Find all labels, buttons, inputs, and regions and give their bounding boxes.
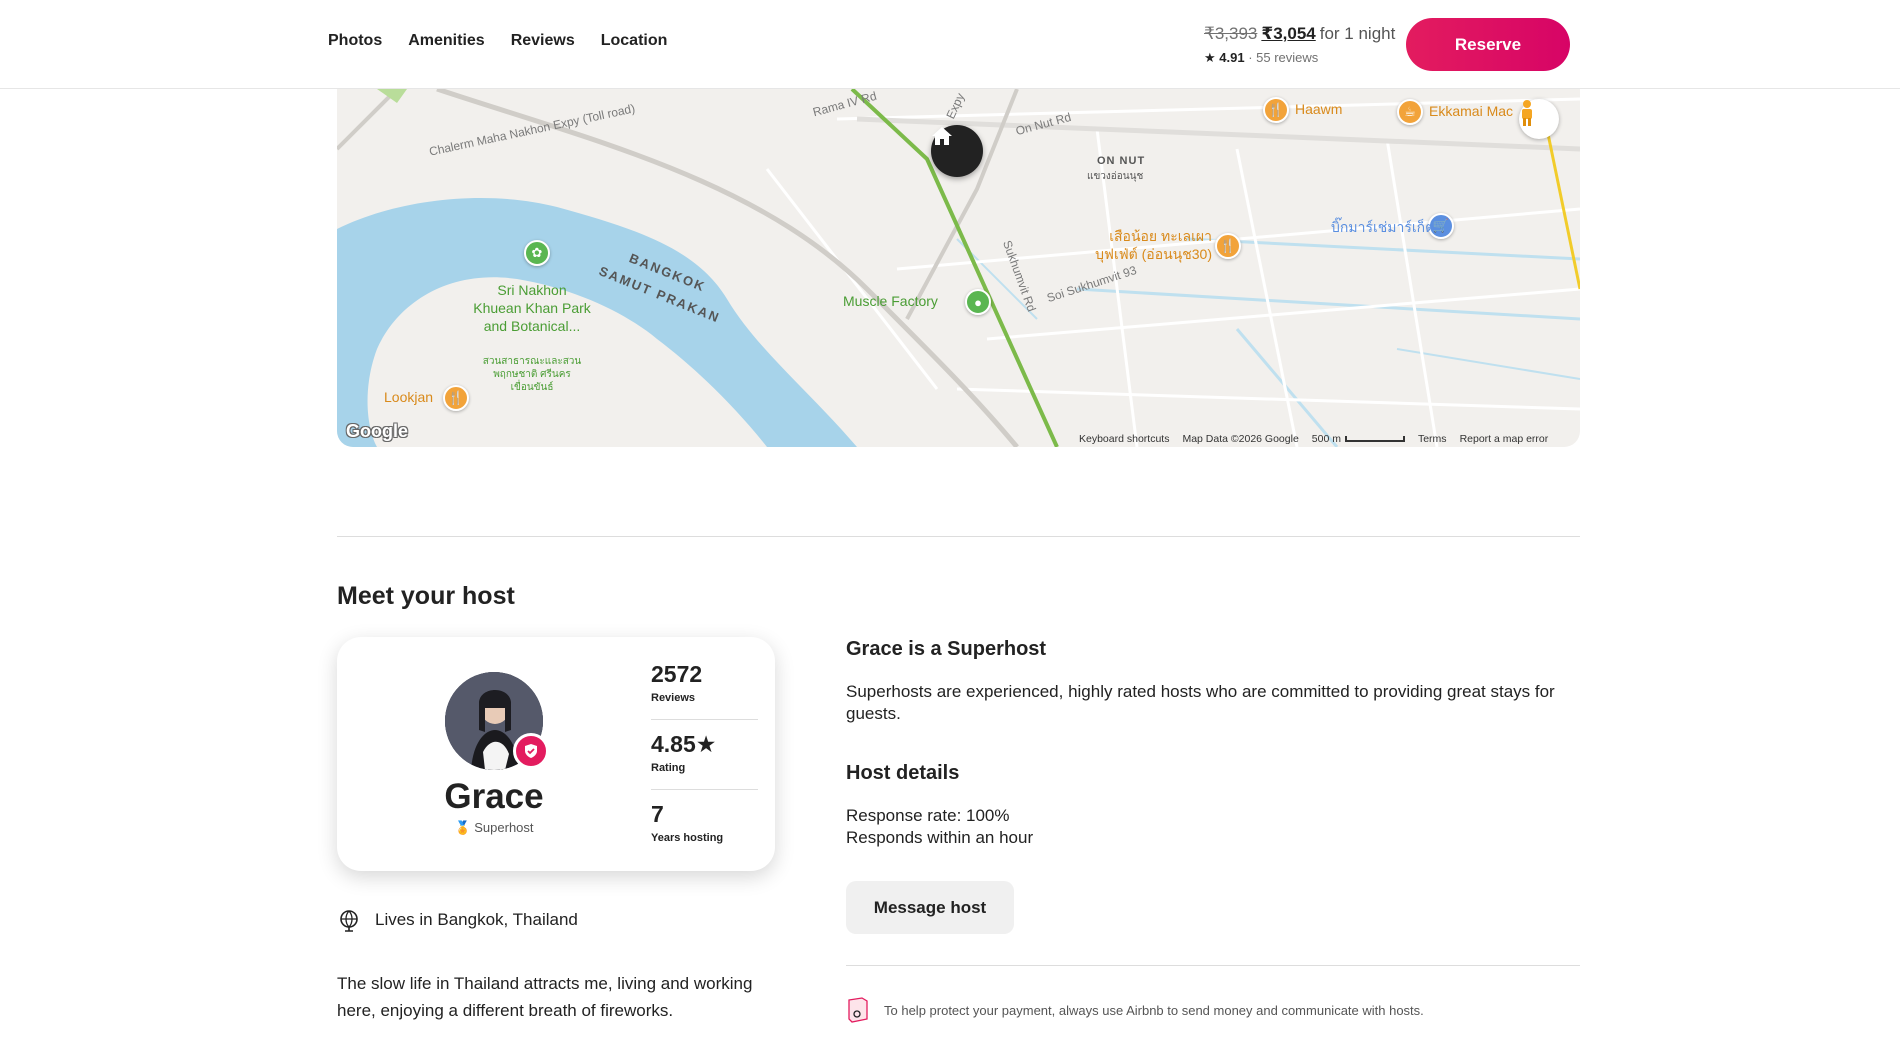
map-footer: Keyboard shortcuts Map Data ©2026 Google… xyxy=(1079,433,1548,445)
original-price: ₹3,393 xyxy=(1204,24,1258,43)
poi-label-lookjan: Lookjan xyxy=(384,389,434,405)
report-map-error-link[interactable]: Report a map error xyxy=(1460,433,1549,445)
superhost-description: Superhosts are experienced, highly rated… xyxy=(846,682,1555,723)
keyboard-shortcuts-link[interactable]: Keyboard shortcuts xyxy=(1079,433,1169,445)
pegman-icon xyxy=(1522,100,1532,126)
section-divider xyxy=(337,536,1580,537)
superhost-badge-icon xyxy=(513,733,549,769)
stat-divider xyxy=(651,719,758,720)
map-scale: 500 m xyxy=(1312,433,1405,445)
location-map[interactable]: Chalerm Maha Nakhon Expy (Toll road) Ram… xyxy=(337,89,1580,447)
reserve-button[interactable]: Reserve xyxy=(1406,18,1570,71)
globe-icon xyxy=(340,910,358,932)
stat-years-value: 7 xyxy=(651,801,664,827)
section-nav: Photos Amenities Reviews Location xyxy=(328,32,667,50)
sticky-header: Photos Amenities Reviews Location ₹3,393… xyxy=(0,0,1900,89)
poi-label-market: บิ๊กมาร์เช่มาร์เก็ต xyxy=(1331,219,1435,235)
host-details-heading: Host details xyxy=(846,762,960,784)
park-icon[interactable]: ✿ xyxy=(524,240,550,266)
area-label-on-nut-thai: แขวงอ่อนนุช xyxy=(1087,171,1144,182)
home-icon xyxy=(932,127,952,145)
poi-label-sri-nakhon-thai: สวนสาธารณะและสวนพฤกษชาติ ศรีนครเขื่อนขัน… xyxy=(482,356,582,393)
discounted-price[interactable]: ₹3,054 xyxy=(1261,24,1315,43)
terms-link[interactable]: Terms xyxy=(1418,433,1447,445)
host-superhost-label: 🏅 Superhost xyxy=(454,820,534,835)
stat-years-label: Years hosting xyxy=(651,832,724,844)
payment-protection-text: To help protect your payment, always use… xyxy=(884,1002,1424,1018)
restaurant-icon[interactable]: 🍴 xyxy=(1263,97,1289,123)
restaurant-icon[interactable]: 🍴 xyxy=(443,385,469,411)
listing-home-pin[interactable] xyxy=(931,125,983,177)
poi-label-ekkamai: Ekkamai Mac xyxy=(1429,103,1514,119)
price-period: for 1 night xyxy=(1319,24,1396,43)
restaurant-icon[interactable]: 🍴 xyxy=(1215,233,1241,259)
section-divider xyxy=(846,965,1580,966)
host-profile-card[interactable]: Grace 🏅 Superhost 2572 Reviews 4.85★ Rat… xyxy=(337,637,775,871)
meet-host-title: Meet your host xyxy=(337,582,515,610)
stat-reviews: 2572 Reviews xyxy=(651,661,758,704)
nav-photos[interactable]: Photos xyxy=(328,32,382,50)
host-name: Grace xyxy=(444,777,544,816)
host-lives-in: Lives in Bangkok, Thailand xyxy=(375,910,578,929)
google-logo: Google xyxy=(346,421,408,441)
response-rate: Response rate: 100% xyxy=(846,806,1010,825)
host-location: Lives in Bangkok, Thailand xyxy=(337,908,578,932)
stat-reviews-value: 2572 xyxy=(651,661,703,687)
stat-rating-label: Rating xyxy=(651,762,686,774)
map-data-attribution: Map Data ©2026 Google xyxy=(1182,433,1299,445)
response-time: Responds within an hour xyxy=(846,828,1034,847)
superhost-medal-icon: 🏅 xyxy=(454,820,471,835)
poi-label-haawm: Haawm xyxy=(1295,101,1343,117)
superhost-heading: Grace is a Superhost xyxy=(846,638,1047,660)
star-icon: ★ xyxy=(1204,50,1216,65)
stat-reviews-label: Reviews xyxy=(651,692,696,704)
stat-years: 7 Years hosting xyxy=(651,801,758,844)
price-summary: ₹3,393 ₹3,054 for 1 night ★ 4.91 · 55 revi… xyxy=(1204,24,1395,66)
nav-amenities[interactable]: Amenities xyxy=(408,32,484,50)
message-host-button[interactable]: Message host xyxy=(846,881,1014,934)
gym-icon[interactable]: ● xyxy=(965,289,991,315)
stat-rating: 4.85★ Rating xyxy=(651,731,758,774)
payment-shield-icon xyxy=(848,997,868,1023)
area-label-on-nut: ON NUT xyxy=(1097,155,1146,167)
rating-value: 4.91 xyxy=(1219,50,1245,65)
nav-reviews[interactable]: Reviews xyxy=(511,32,575,50)
poi-label-sri-nakhon: Sri Nakhon Khuean Khan Park and Botanica… xyxy=(473,282,591,334)
cafe-icon[interactable]: ☕ xyxy=(1397,99,1423,125)
poi-label-seafood-buffet: เสือน้อย ทะเลเผา บุฟเฟ่ต์ (อ่อนนุช30) xyxy=(1095,228,1212,262)
rating-separator: · xyxy=(1244,50,1257,65)
poi-label-muscle-factory: Muscle Factory xyxy=(843,293,938,309)
street-view-pegman-icon[interactable] xyxy=(1519,99,1559,139)
payment-protection-notice: To help protect your payment, always use… xyxy=(846,997,1424,1023)
nav-location[interactable]: Location xyxy=(601,32,668,50)
shield-check-icon xyxy=(525,744,537,758)
reviews-count: 55 reviews xyxy=(1256,50,1319,65)
host-about: The slow life in Thailand attracts me, l… xyxy=(337,974,753,1020)
stat-rating-value: 4.85★ xyxy=(651,731,717,757)
stat-divider xyxy=(651,789,758,790)
